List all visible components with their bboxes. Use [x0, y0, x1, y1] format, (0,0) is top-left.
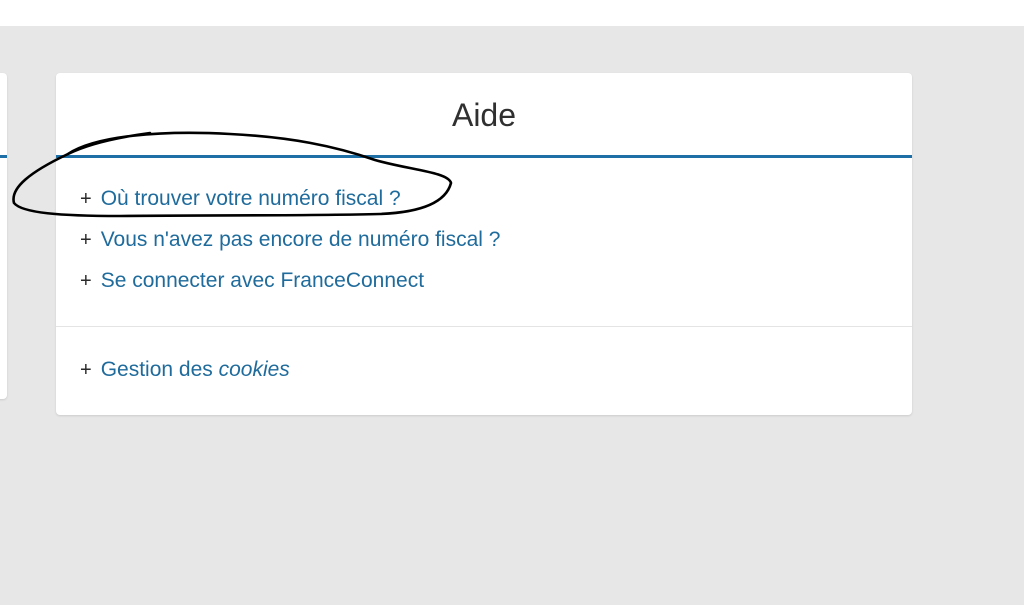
help-card: Aide + Où trouver votre numéro fiscal ? +… — [56, 73, 912, 415]
plus-icon: + — [80, 270, 92, 292]
left-panel-edge — [0, 73, 7, 399]
plus-icon: + — [80, 188, 92, 210]
help-title-rule — [56, 155, 912, 158]
franceconnect-link[interactable]: Se connecter avec FranceConnect — [101, 269, 424, 292]
find-tax-number-link[interactable]: Où trouver votre numéro fiscal ? — [101, 187, 401, 210]
help-item-no-tax-number[interactable]: + Vous n'avez pas encore de numéro fiscal… — [80, 219, 500, 260]
help-links-list: + Où trouver votre numéro fiscal ? + Vous … — [80, 178, 500, 301]
left-panel-accent-rule — [0, 155, 7, 158]
cookies-link-emphasis: cookies — [218, 358, 290, 381]
plus-icon: + — [80, 359, 92, 381]
help-item-cookies[interactable]: + Gestion des cookies — [80, 349, 290, 390]
cookies-link-prefix: Gestion des — [100, 358, 219, 381]
no-tax-number-link[interactable]: Vous n'avez pas encore de numéro fiscal … — [101, 228, 501, 251]
help-item-franceconnect[interactable]: + Se connecter avec FranceConnect — [80, 260, 500, 301]
help-title: Aide — [451, 97, 517, 133]
help-item-find-tax-number[interactable]: + Où trouver votre numéro fiscal ? — [80, 178, 500, 219]
cookies-management-link[interactable]: Gestion des cookies — [101, 358, 290, 381]
plus-icon: + — [80, 229, 92, 251]
top-strip — [0, 0, 1024, 26]
section-divider — [56, 326, 912, 327]
